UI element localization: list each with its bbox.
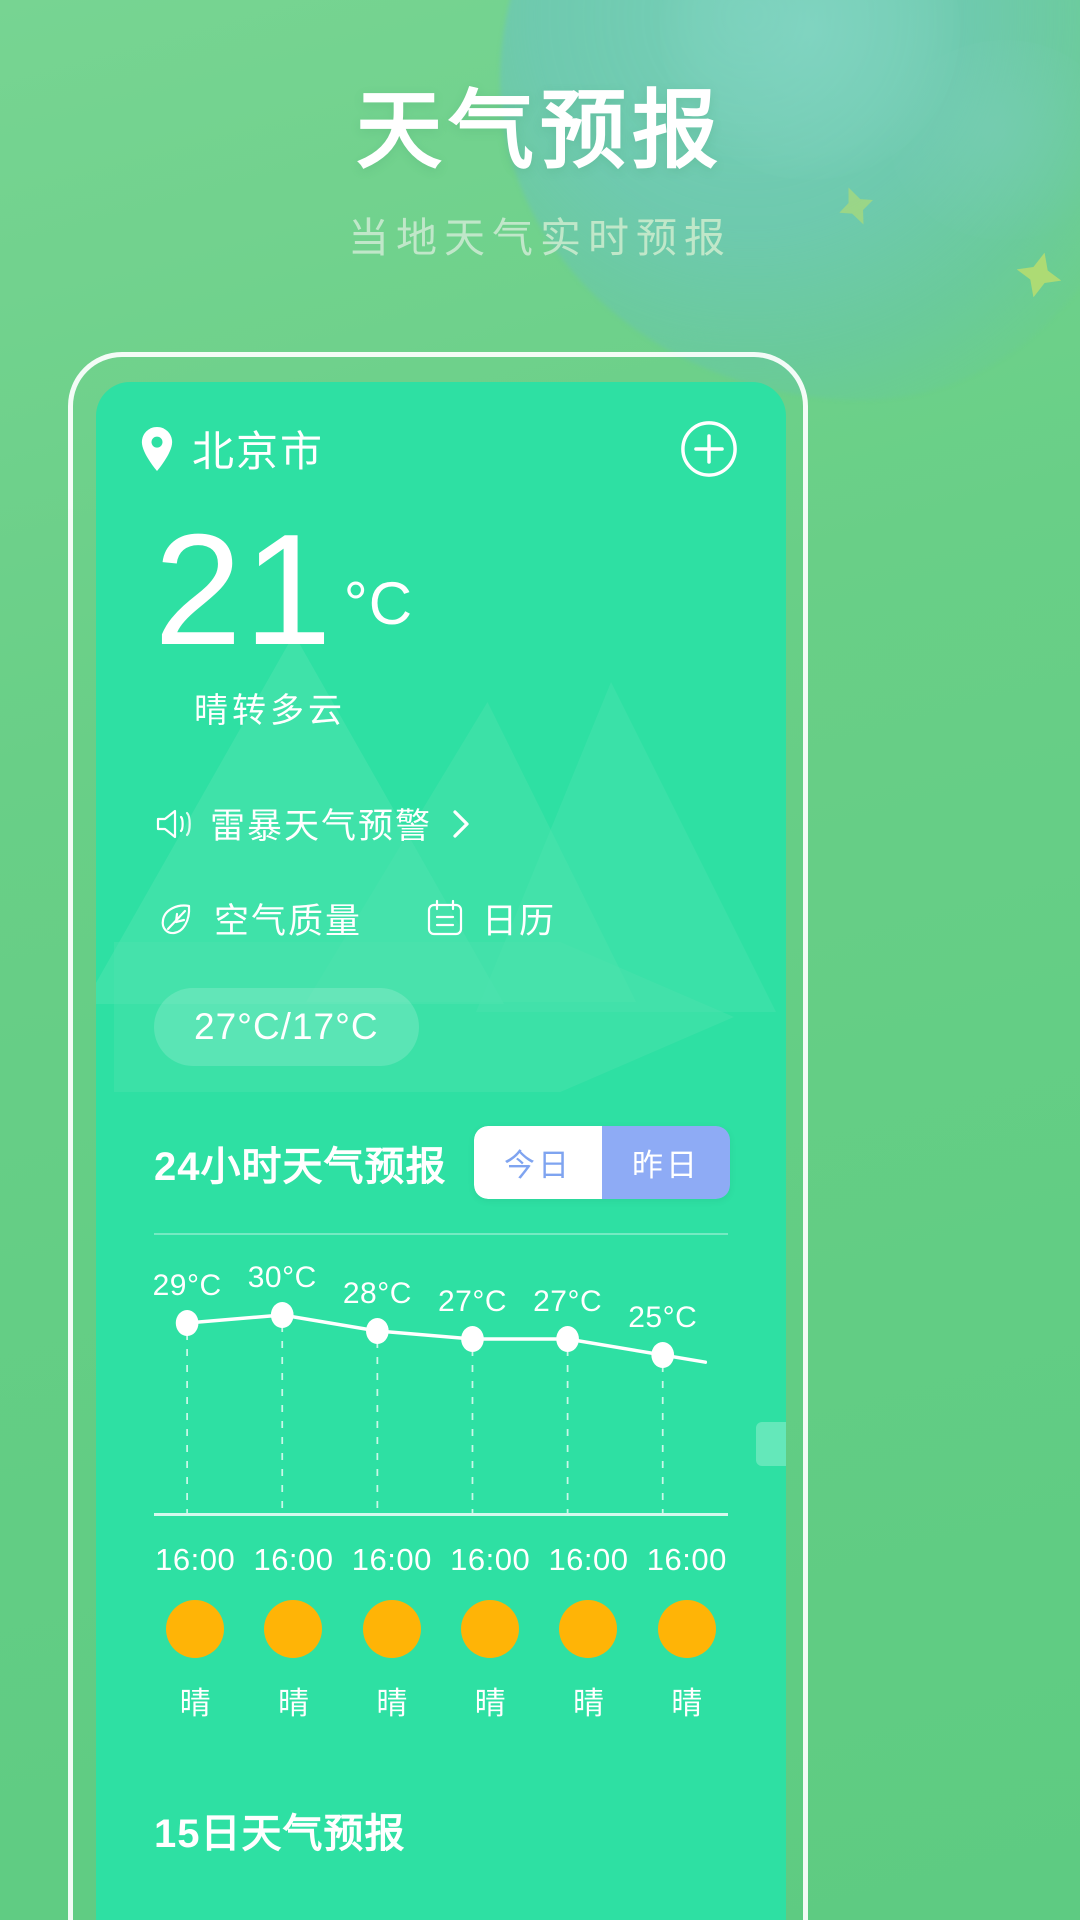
- temperature-range-badge: 27°C/17°C: [154, 988, 419, 1067]
- hourly-condition: 晴: [376, 1686, 408, 1722]
- calendar-label: 日历: [482, 902, 557, 942]
- hourly-item[interactable]: 16:00 晴: [441, 1542, 539, 1723]
- chart-point-label: 27°C: [437, 1285, 507, 1319]
- current-temperature: 21: [154, 502, 334, 678]
- temperature-unit: °C: [343, 570, 414, 637]
- chart-axis-line: [154, 1513, 728, 1517]
- sun-icon: [166, 1600, 225, 1659]
- hourly-item[interactable]: 16:00 晴: [638, 1542, 736, 1723]
- chart-point-label: 28°C: [342, 1277, 412, 1311]
- hourly-condition: 晴: [572, 1686, 604, 1722]
- location-name: 北京市: [192, 428, 325, 475]
- sun-icon: [264, 1600, 323, 1659]
- chart-point-label: 30°C: [247, 1261, 317, 1295]
- weather-condition: 晴转多云: [194, 692, 346, 731]
- sun-icon: [362, 1600, 421, 1659]
- location-bar: 北京市: [140, 418, 742, 479]
- weather-alert-link[interactable]: 雷暴天气预警: [140, 798, 742, 849]
- chart-point-label: 29°C: [152, 1269, 222, 1303]
- hourly-item[interactable]: 16:00 晴: [539, 1542, 637, 1723]
- location-pin-icon: [141, 426, 173, 471]
- leaf-icon: [161, 904, 191, 934]
- quick-actions-row: 空气质量 日历: [140, 893, 742, 944]
- tab-today[interactable]: 今日: [474, 1126, 602, 1200]
- hourly-forecast-section: 24小时天气预报 今日 昨日 29°C 30°C 28°C 27°C 27°C 25°C …: [140, 1126, 742, 1723]
- side-tab-handle[interactable]: [756, 1422, 786, 1466]
- hourly-item[interactable]: 16:00 晴: [343, 1542, 441, 1723]
- daily-forecast-section: 15日天气预报: [140, 1801, 742, 1859]
- sun-icon: [461, 1600, 520, 1659]
- current-temperature-block: 21 °C 晴转多云: [140, 502, 742, 732]
- plus-circle-icon[interactable]: [680, 420, 738, 478]
- megaphone-icon: [156, 809, 191, 838]
- chart-point-label: 25°C: [628, 1301, 698, 1335]
- hourly-forecast-title: 24小时天气预报: [154, 1144, 447, 1189]
- hourly-temperature-chart: 29°C 30°C 28°C 27°C 27°C 25°C: [140, 1245, 742, 1514]
- hourly-time: 16:00: [253, 1542, 334, 1578]
- hourly-time: 16:00: [450, 1542, 531, 1578]
- hourly-time: 16:00: [548, 1542, 629, 1578]
- calendar-button[interactable]: 日历: [424, 893, 556, 944]
- chevron-right-icon: [453, 809, 469, 838]
- weather-alert-text: 雷暴天气预警: [210, 807, 433, 847]
- air-quality-button[interactable]: 空气质量: [154, 893, 362, 944]
- calendar-icon: [427, 899, 463, 935]
- hourly-condition: 晴: [671, 1686, 703, 1722]
- daily-forecast-title: 15日天气预报: [154, 1812, 406, 1857]
- page-title: 天气预报: [356, 83, 724, 179]
- page-subtitle: 当地天气实时预报: [348, 215, 732, 262]
- hourly-items-row: 16:00 晴 16:00 晴 16:00 晴 16:00 晴 16:00 晴 16:00 晴: [140, 1542, 742, 1723]
- tab-yesterday[interactable]: 昨日: [602, 1126, 730, 1200]
- hourly-item[interactable]: 16:00 晴: [244, 1542, 342, 1723]
- chart-guidelines: [186, 1325, 664, 1514]
- page-header: 天气预报 当地天气实时预报: [0, 0, 1080, 264]
- sun-icon: [559, 1600, 618, 1659]
- air-quality-label: 空气质量: [214, 902, 363, 942]
- hourly-condition: 晴: [277, 1686, 309, 1722]
- location-selector[interactable]: 北京市: [140, 418, 324, 479]
- phone-screen: 北京市 21 °C 晴转多云 雷暴天气预警 空气质量 日历 27°C/17°C …: [96, 382, 786, 1920]
- hourly-item[interactable]: 16:00 晴: [146, 1542, 244, 1723]
- section-divider: [154, 1233, 728, 1236]
- day-toggle-group: 今日 昨日: [474, 1126, 730, 1200]
- hourly-time: 16:00: [351, 1542, 432, 1578]
- hourly-time: 16:00: [155, 1542, 236, 1578]
- hourly-condition: 晴: [179, 1686, 211, 1722]
- sun-icon: [657, 1600, 716, 1659]
- chart-point-label: 27°C: [533, 1285, 603, 1319]
- hourly-condition: 晴: [474, 1686, 506, 1722]
- hourly-time: 16:00: [646, 1542, 727, 1578]
